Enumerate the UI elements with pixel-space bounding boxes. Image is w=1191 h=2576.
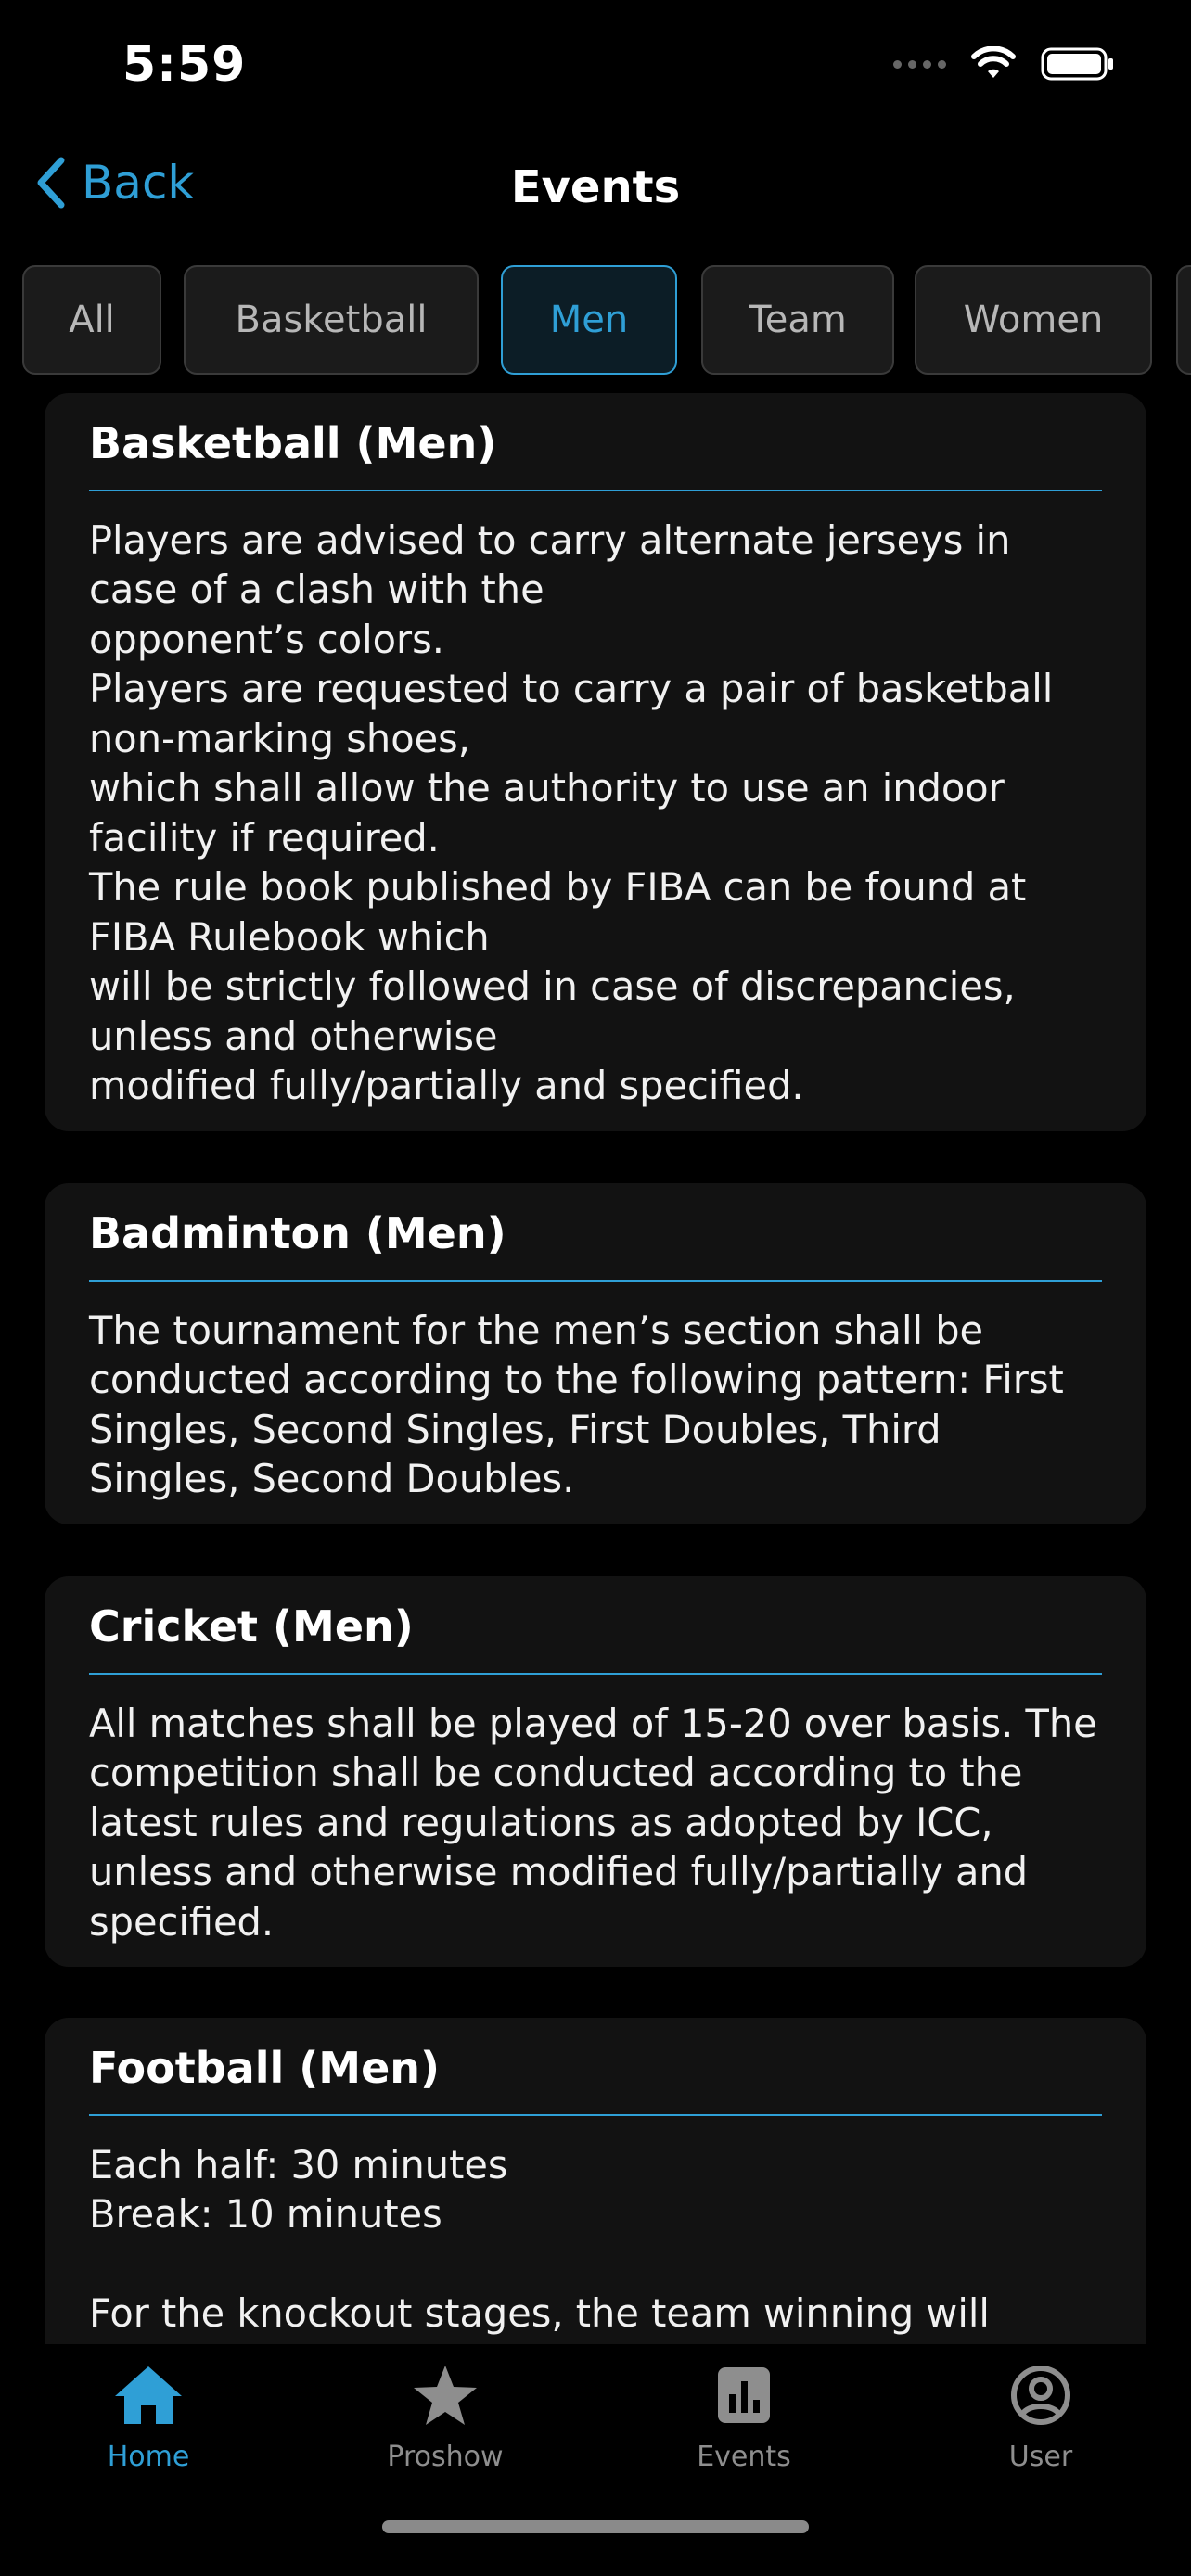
status-bar: 5:59 [0, 0, 1191, 139]
event-description: All matches shall be played of 15-20 ove… [89, 1700, 1097, 1945]
navigation-bar: Back Events [0, 139, 1191, 250]
event-title: Basketball (Men) [89, 417, 1102, 491]
event-card[interactable]: Cricket (Men) All matches shall be playe… [45, 1576, 1146, 1967]
tab-home[interactable]: Home [37, 2363, 260, 2473]
tab-proshow[interactable]: Proshow [334, 2363, 557, 2473]
event-card[interactable]: Basketball (Men) Players are advised to … [45, 393, 1146, 1131]
status-icons [893, 46, 1115, 82]
filter-chip-team[interactable]: Team [701, 265, 894, 375]
wifi-icon [971, 46, 1016, 78]
filter-chips: All Basketball Men Team Women [0, 265, 1191, 380]
tab-label: Home [107, 2441, 190, 2473]
page-title: Events [510, 161, 681, 213]
star-icon [414, 2366, 477, 2425]
battery-icon [1041, 47, 1113, 81]
event-title: Badminton (Men) [89, 1207, 1102, 1282]
event-description: Each half: 30 minutes Break: 10 minutes … [89, 2141, 990, 2337]
filter-chip-basketball[interactable]: Basketball [184, 265, 479, 375]
cellular-signal-icon [893, 59, 946, 69]
tab-label: User [1008, 2441, 1073, 2473]
tab-label: Proshow [387, 2441, 504, 2473]
event-title: Football (Men) [89, 2042, 1102, 2116]
tab-label: Events [697, 2441, 791, 2473]
event-card[interactable]: Badminton (Men) The tournament for the m… [45, 1183, 1146, 1524]
event-card[interactable]: Football (Men) Each half: 30 minutes Bre… [45, 2018, 1146, 2346]
home-icon [115, 2366, 182, 2424]
filter-chip-all[interactable]: All [22, 265, 161, 375]
tab-bar: Home Proshow Events User [0, 2344, 1191, 2576]
event-title: Cricket (Men) [89, 1600, 1102, 1675]
user-icon [1011, 2366, 1070, 2425]
chart-icon [718, 2367, 770, 2423]
filter-chip-women[interactable]: Women [915, 265, 1152, 375]
tab-user[interactable]: User [929, 2363, 1152, 2473]
events-list[interactable]: Basketball (Men) Players are advised to … [0, 380, 1191, 2346]
event-description: Players are advised to carry alternate j… [89, 516, 1054, 1109]
home-indicator [382, 2520, 809, 2533]
status-time: 5:59 [122, 37, 247, 93]
event-description: The tournament for the men’s section sha… [89, 1307, 1064, 1502]
filter-chip-men[interactable]: Men [501, 265, 677, 375]
tab-events[interactable]: Events [633, 2363, 855, 2473]
filter-chip-more[interactable] [1176, 265, 1191, 375]
